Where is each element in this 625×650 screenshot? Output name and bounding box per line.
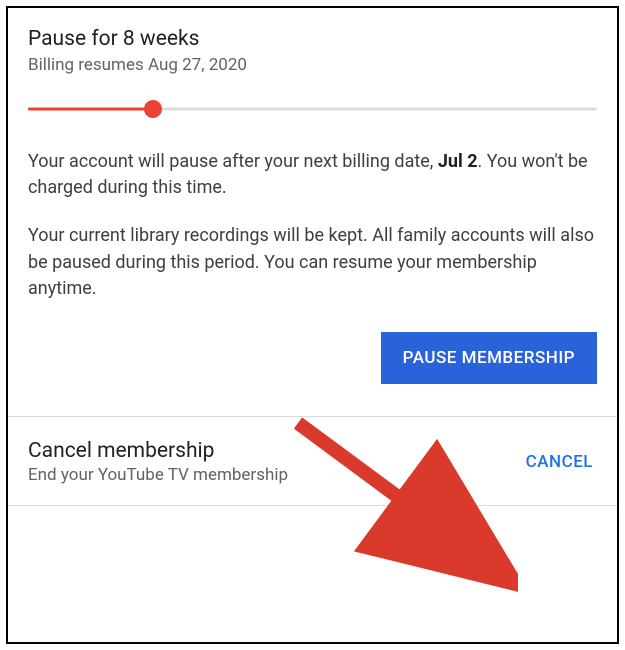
pause-duration-slider[interactable] [28,99,597,119]
pause-membership-button[interactable]: PAUSE MEMBERSHIP [381,332,597,384]
cancel-subtitle: End your YouTube TV membership [28,465,522,485]
pause-subtitle: Billing resumes Aug 27, 2020 [28,55,597,75]
pause-membership-section: Pause for 8 weeks Billing resumes Aug 27… [8,8,617,416]
cancel-title: Cancel membership [28,439,522,463]
slider-fill [28,108,153,111]
cancel-text-group: Cancel membership End your YouTube TV me… [28,439,522,485]
slider-thumb[interactable] [144,100,162,118]
cancel-membership-section: Cancel membership End your YouTube TV me… [8,417,617,505]
pause-title: Pause for 8 weeks [28,26,597,53]
pause-description-2: Your current library recordings will be … [28,223,597,301]
pause-billing-date: Jul 2 [438,151,478,172]
pause-actions: PAUSE MEMBERSHIP [28,332,597,384]
pause-desc1-before: Your account will pause after your next … [28,151,438,172]
cancel-link[interactable]: CANCEL [522,444,597,480]
pause-description-1: Your account will pause after your next … [28,149,597,201]
bottom-divider [8,505,617,506]
